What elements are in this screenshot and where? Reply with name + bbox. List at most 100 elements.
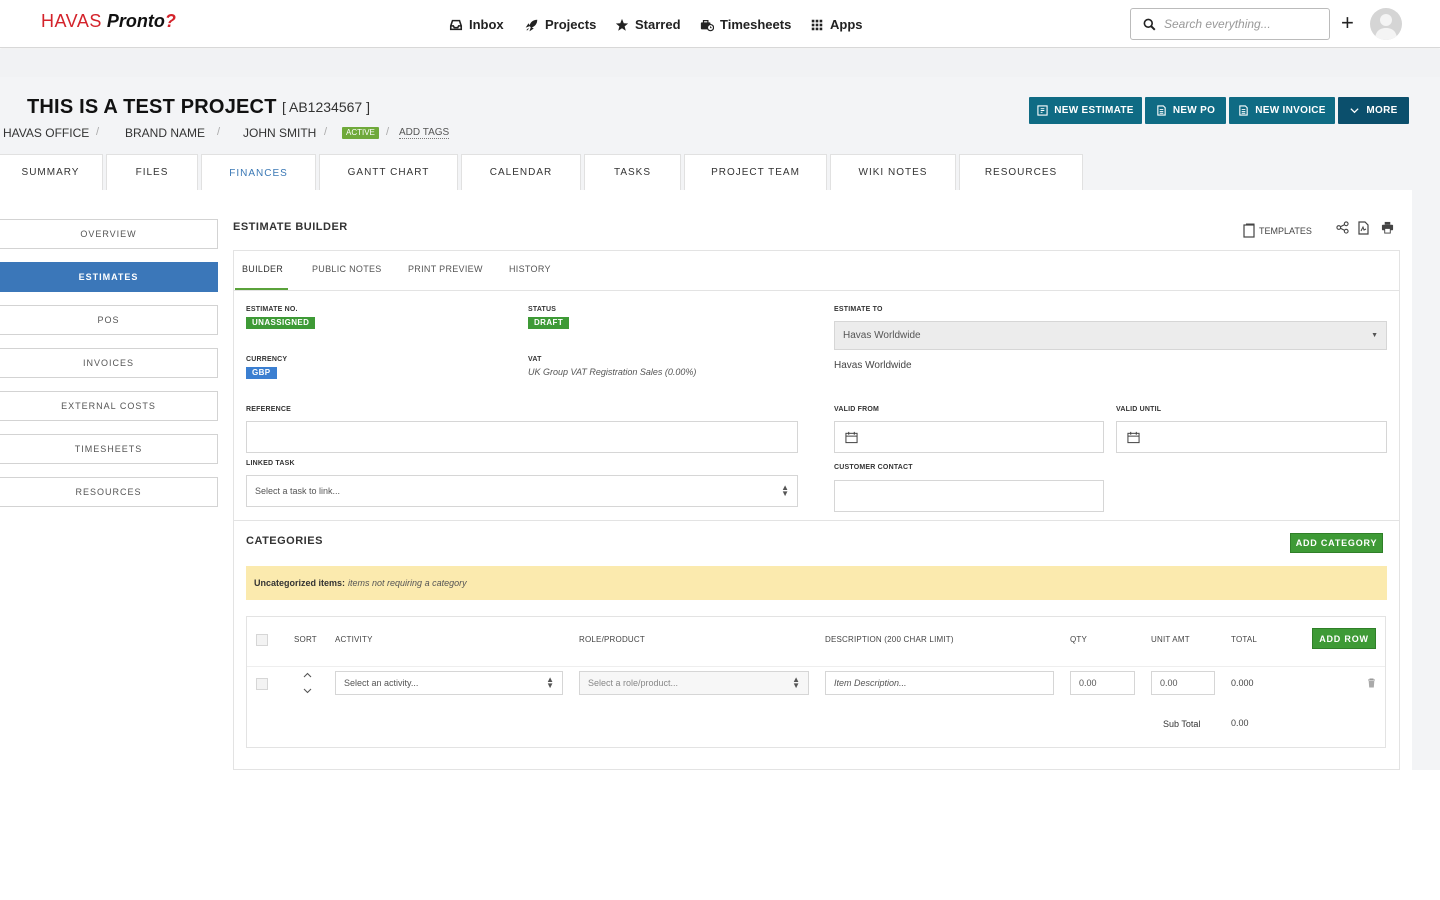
vat-label: VAT xyxy=(528,356,542,363)
subtab-public-notes[interactable]: PUBLIC NOTES xyxy=(312,264,382,274)
row-checkbox[interactable] xyxy=(256,678,268,690)
templates-button[interactable]: TEMPLATES xyxy=(1243,223,1312,238)
subtab-print-preview[interactable]: PRINT PREVIEW xyxy=(408,264,483,274)
role-product-select[interactable]: Select a role/product... ▲ ▼ xyxy=(579,671,809,695)
valid-from-label: VALID FROM xyxy=(834,406,880,413)
button-label: NEW ESTIMATE xyxy=(1054,105,1134,116)
star-icon xyxy=(615,18,629,31)
tab-wiki-notes[interactable]: WIKI NOTES xyxy=(830,154,956,190)
add-tags-link[interactable]: ADD TAGS xyxy=(399,127,450,139)
button-label: NEW INVOICE xyxy=(1255,105,1326,116)
sidebar-item-external-costs[interactable]: EXTERNAL COSTS xyxy=(0,391,218,421)
subtotal-label: Sub Total xyxy=(1163,719,1201,729)
tab-calendar[interactable]: CALENDAR xyxy=(461,154,581,190)
customer-contact-input[interactable] xyxy=(834,480,1104,512)
nav-projects[interactable]: Projects xyxy=(525,17,596,32)
reference-label: REFERENCE xyxy=(246,406,291,413)
valid-from-input[interactable] xyxy=(834,421,1104,453)
subtab-active-underline xyxy=(235,288,288,290)
add-new-button[interactable]: + xyxy=(1341,12,1354,34)
more-button[interactable]: MORE xyxy=(1338,97,1409,124)
qty-input[interactable]: 0.00 xyxy=(1070,671,1135,695)
tab-files[interactable]: FILES xyxy=(106,154,198,190)
new-estimate-button[interactable]: NEW ESTIMATE xyxy=(1029,97,1142,124)
subtab-builder[interactable]: BUILDER xyxy=(242,264,283,274)
user-avatar[interactable] xyxy=(1370,8,1402,40)
subtab-history[interactable]: HISTORY xyxy=(509,264,551,274)
unit-amt-input[interactable]: 0.00 xyxy=(1151,671,1215,695)
sidebar-item-overview[interactable]: OVERVIEW xyxy=(0,219,218,249)
estimate-to-select[interactable]: Havas Worldwide ▼ xyxy=(834,321,1387,350)
reference-input[interactable] xyxy=(246,421,798,453)
chevron-down-icon xyxy=(1350,108,1360,114)
print-icon[interactable] xyxy=(1381,221,1394,234)
sidebar-item-invoices[interactable]: INVOICES xyxy=(0,348,218,378)
currency-badge: GBP xyxy=(246,367,277,379)
add-category-button[interactable]: ADD CATEGORY xyxy=(1290,533,1383,553)
nav-label: Projects xyxy=(545,17,597,32)
column-header: SORT xyxy=(294,635,317,644)
calendar-icon xyxy=(845,431,858,444)
column-header: TOTAL xyxy=(1231,635,1258,644)
nav-timesheets[interactable]: Timesheets xyxy=(700,17,791,32)
add-row-button[interactable]: ADD ROW xyxy=(1312,628,1376,649)
global-search[interactable] xyxy=(1130,8,1330,40)
section-title: ESTIMATE BUILDER xyxy=(233,221,348,233)
linked-task-label: LINKED TASK xyxy=(246,460,295,467)
user-silhouette-icon xyxy=(1375,14,1397,40)
project-code: [ AB1234567 ] xyxy=(282,99,370,115)
uncategorized-note: items not requiring a category xyxy=(348,578,467,588)
project-title: THIS IS A TEST PROJECT xyxy=(27,96,277,118)
row-total: 0.000 xyxy=(1231,678,1254,688)
tab-tasks[interactable]: TASKS xyxy=(584,154,681,190)
breadcrumb-brand[interactable]: BRAND NAME xyxy=(125,126,205,140)
nav-starred[interactable]: Starred xyxy=(615,17,681,32)
select-all-checkbox[interactable] xyxy=(256,634,268,646)
tab-gantt-chart[interactable]: GANTT CHART xyxy=(319,154,458,190)
column-header: QTY xyxy=(1070,635,1088,644)
subtotal-value: 0.00 xyxy=(1231,718,1249,728)
customer-contact-label: CUSTOMER CONTACT xyxy=(834,464,913,471)
nav-label: Starred xyxy=(635,17,681,32)
logo-havas: HAVAS xyxy=(41,11,102,31)
tab-finances[interactable]: FINANCES xyxy=(201,154,316,191)
rocket-icon xyxy=(525,19,538,31)
tab-project-team[interactable]: PROJECT TEAM xyxy=(684,154,827,190)
pdf-icon[interactable] xyxy=(1358,221,1369,235)
sidebar-item-pos[interactable]: POS xyxy=(0,305,218,335)
trash-icon[interactable] xyxy=(1367,678,1376,688)
havas-pronto-logo[interactable]: HAVAS Pronto? xyxy=(41,11,176,32)
section-divider xyxy=(234,520,1399,521)
document-icon xyxy=(1157,105,1166,116)
sidebar-item-estimates[interactable]: ESTIMATES xyxy=(0,262,218,292)
activity-select[interactable]: Select an activity... ▲ ▼ xyxy=(335,671,563,695)
status-badge: ACTIVE xyxy=(342,127,379,139)
select-arrows-icon: ▲ ▼ xyxy=(546,675,554,690)
nav-label: Timesheets xyxy=(720,17,792,32)
tab-summary[interactable]: SUMMARY xyxy=(0,154,103,190)
tab-resources[interactable]: RESOURCES xyxy=(959,154,1083,190)
calendar-icon xyxy=(1127,431,1140,444)
sidebar-item-timesheets[interactable]: TIMESHEETS xyxy=(0,434,218,464)
valid-until-input[interactable] xyxy=(1116,421,1387,453)
sidebar-item-resources[interactable]: RESOURCES xyxy=(0,477,218,507)
nav-apps[interactable]: Apps xyxy=(810,17,863,32)
templates-label: TEMPLATES xyxy=(1259,225,1312,236)
search-input[interactable] xyxy=(1164,17,1324,31)
estimate-icon xyxy=(1037,105,1048,116)
breadcrumb-separator: / xyxy=(324,126,328,138)
nav-inbox[interactable]: Inbox xyxy=(449,17,504,32)
linked-task-placeholder: Select a task to link... xyxy=(255,486,341,496)
button-label: MORE xyxy=(1366,105,1398,116)
status-badge: DRAFT xyxy=(528,317,570,329)
sort-down-icon[interactable] xyxy=(303,688,312,694)
share-icon[interactable] xyxy=(1336,221,1349,234)
inbox-icon xyxy=(449,19,463,30)
linked-task-select[interactable]: Select a task to link... ▲ ▼ xyxy=(246,475,798,507)
new-po-button[interactable]: NEW PO xyxy=(1145,97,1226,124)
new-invoice-button[interactable]: NEW INVOICE xyxy=(1229,97,1335,124)
breadcrumb-owner[interactable]: JOHN SMITH xyxy=(243,126,316,140)
breadcrumb-office[interactable]: HAVAS OFFICE xyxy=(3,126,89,140)
sort-up-icon[interactable] xyxy=(303,672,312,678)
description-input[interactable]: Item Description... xyxy=(825,671,1054,695)
